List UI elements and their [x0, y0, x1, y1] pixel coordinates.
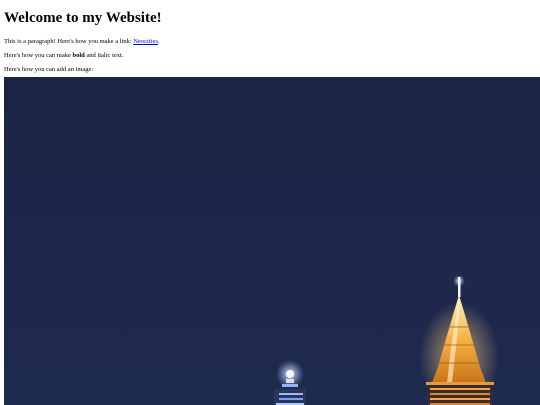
formatting-text-start: Here's how you can make	[4, 52, 73, 59]
skyline-photo-svg	[4, 77, 540, 405]
paragraph-formatting: Here's how you can make bold and italic …	[4, 52, 540, 60]
paragraph-image-intro: Here's how you can add an image:	[4, 66, 94, 73]
paragraph-link-end: .	[157, 38, 160, 45]
page-content: Welcome to my Website! This is a paragra…	[0, 0, 540, 74]
italic-text: italic	[97, 52, 111, 59]
formatting-text-end: text.	[110, 52, 124, 59]
formatting-text-middle: and	[84, 52, 98, 59]
skyline-image	[4, 77, 540, 405]
page-title: Welcome to my Website!	[4, 10, 162, 26]
paragraph-link: This is a paragraph! Here's how you make…	[4, 38, 540, 46]
neocities-link[interactable]: Neocities	[133, 38, 158, 45]
bold-text: bold	[72, 52, 85, 59]
paragraph-link-text: This is a paragraph! Here's how you make…	[4, 38, 134, 45]
